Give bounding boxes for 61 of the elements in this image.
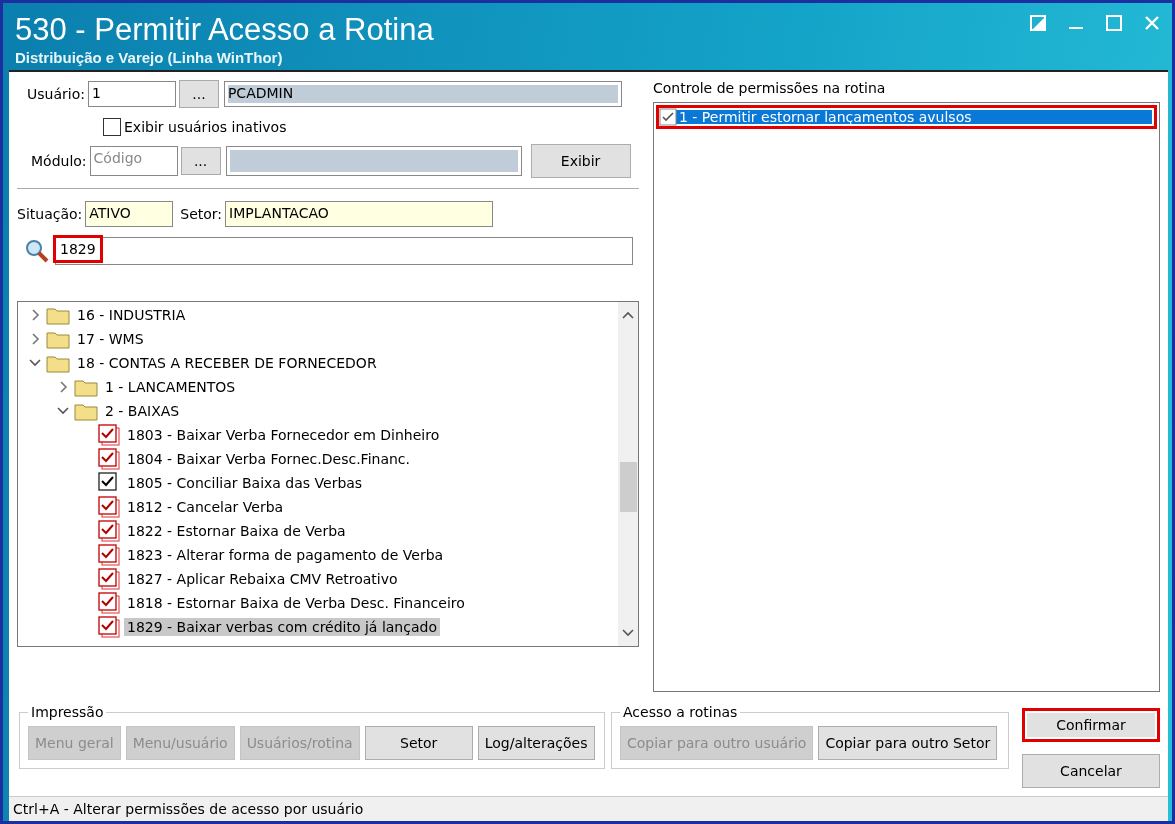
window-subtitle: Distribuição e Varejo (Linha WinThor) (15, 49, 284, 66)
scroll-thumb[interactable] (619, 462, 637, 512)
folder-icon (74, 401, 98, 421)
checkbox[interactable] (98, 592, 120, 614)
tree-item[interactable]: 1827 - Aplicar Rebaixa CMV Retroativo (124, 570, 401, 588)
tree-item[interactable]: 1822 - Estornar Baixa de Verba (124, 522, 349, 540)
checkbox[interactable] (98, 424, 120, 446)
user-name-field: PCADMIN (223, 81, 622, 107)
group-title: Impressão (30, 704, 105, 720)
copy-button[interactable]: Copiar para outro Setor (818, 726, 998, 760)
field-label: Situação: (17, 206, 83, 222)
tree-item[interactable]: 1823 - Alterar forma de pagamento de Verba (124, 546, 447, 564)
action-button[interactable]: Cancelar (1022, 754, 1160, 788)
tree-item[interactable]: 1805 - Conciliar Baixa das Verbas (124, 474, 366, 492)
lookup-button[interactable]: ... (178, 80, 219, 108)
show-button[interactable]: Exibir (530, 144, 631, 178)
tree-item[interactable]: 2 - BAIXAS (102, 402, 183, 420)
field-label: Módulo: (31, 153, 87, 169)
folder-icon (46, 353, 70, 373)
status-text: Ctrl+A - Alterar permissões de acesso por usuário (13, 801, 364, 817)
user-code-field[interactable]: 1 (87, 81, 176, 107)
tree-item[interactable]: 18 - CONTAS A RECEBER DE FORNECEDOR (74, 354, 380, 372)
lookup-button[interactable]: ... (180, 147, 221, 175)
print-button[interactable]: Log/alterações (477, 726, 595, 760)
scrollbar[interactable] (618, 302, 638, 646)
field-label: Usuário: (27, 86, 85, 102)
action-button[interactable]: Confirmar (1022, 708, 1160, 742)
folder-icon (74, 377, 98, 397)
checkbox-label: Exibir usuários inativos (124, 119, 287, 135)
tree-item[interactable]: 1812 - Cancelar Verba (124, 498, 287, 516)
tree-item[interactable]: 17 - WMS (74, 330, 147, 348)
window-title: 530 - Permitir Acesso a Rotina (15, 11, 434, 49)
group-title: Acesso a rotinas (622, 704, 739, 720)
tree-item[interactable]: 1 - LANCAMENTOS (102, 378, 239, 396)
folder-icon (46, 329, 70, 349)
tree-item[interactable]: 1804 - Baixar Verba Fornec.Desc.Financ. (124, 450, 413, 468)
module-code-field[interactable]: Código (89, 146, 178, 176)
permission-item[interactable]: 1 - Permitir estornar lançamentos avulsos (656, 105, 1157, 129)
tree-item[interactable]: 1818 - Estornar Baixa de Verba Desc. Financeiro (124, 594, 468, 612)
checkbox[interactable] (98, 472, 120, 494)
tree-item[interactable]: 1829 - Baixar verbas com crédito já lançado (124, 618, 440, 636)
field-label: Setor: (180, 206, 223, 222)
tree-item[interactable]: 16 - INDUSTRIA (74, 306, 189, 324)
checkbox[interactable] (98, 616, 120, 638)
panel-title: Controle de permissões na rotina (653, 80, 887, 96)
tree-item[interactable]: 1803 - Baixar Verba Fornecedor em Dinheiro (124, 426, 443, 444)
folder-icon (46, 305, 70, 325)
search-icon (25, 239, 49, 263)
checkbox[interactable] (659, 108, 677, 126)
restore-icon[interactable] (1030, 15, 1046, 31)
checkbox[interactable] (98, 496, 120, 518)
checkbox[interactable] (103, 118, 121, 136)
checkbox[interactable] (98, 568, 120, 590)
search-value: 1829 (56, 238, 100, 260)
print-button[interactable]: Setor (364, 726, 473, 760)
search-field[interactable]: 1829 (55, 237, 633, 265)
sector-field: IMPLANTACAO (225, 201, 494, 227)
checkbox[interactable] (98, 544, 120, 566)
checkbox[interactable] (98, 448, 120, 470)
situation-field: ATIVO (85, 201, 174, 227)
checkbox[interactable] (98, 520, 120, 542)
